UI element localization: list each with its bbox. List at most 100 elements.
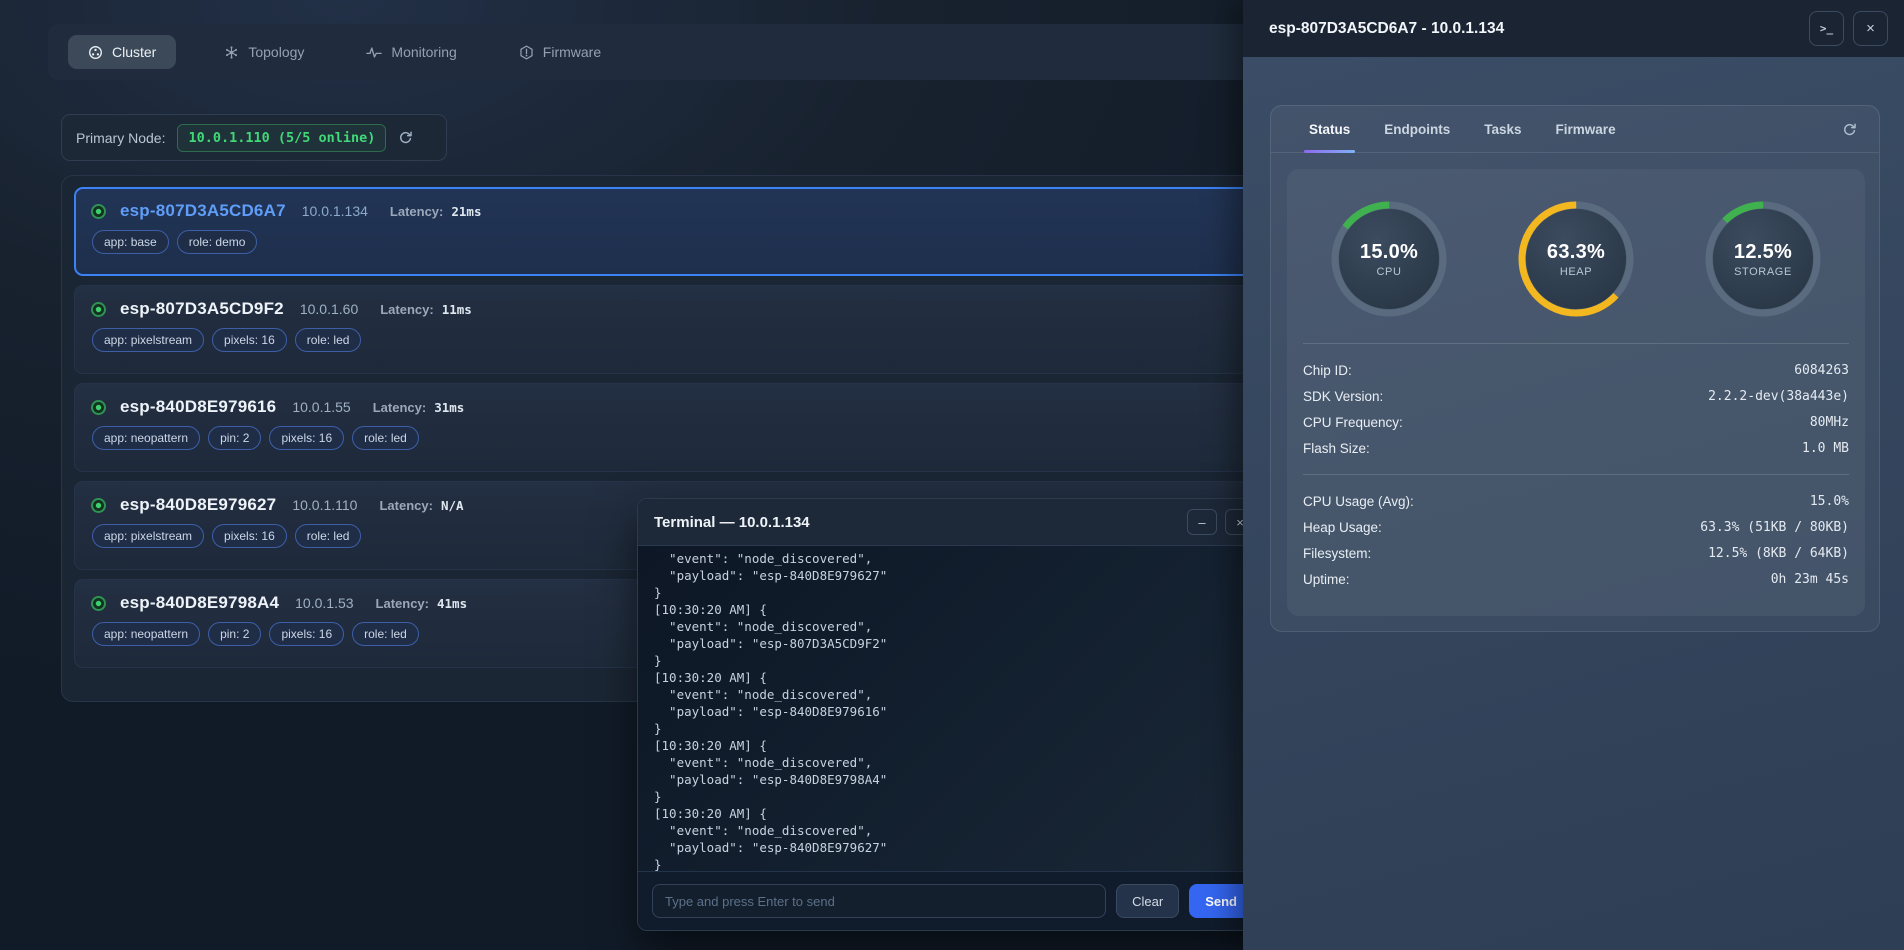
detail-label: SDK Version: <box>1303 389 1383 404</box>
terminal-window: Terminal — 10.0.1.134 – × "event": "node… <box>637 498 1268 931</box>
panel-close-button[interactable]: × <box>1853 11 1888 46</box>
detail-value: 1.0 MB <box>1802 441 1849 456</box>
detail-row: Heap Usage: 63.3% (51KB / 80KB) <box>1303 514 1849 540</box>
nav-tab-label: Monitoring <box>391 44 456 60</box>
node-ip: 10.0.1.60 <box>300 301 358 317</box>
gauge-value: 63.3% <box>1547 241 1605 264</box>
tab-firmware[interactable]: Firmware <box>1556 106 1616 152</box>
latency-label: Latency: <box>376 596 429 611</box>
detail-label: CPU Frequency: <box>1303 415 1403 430</box>
detail-label: Filesystem: <box>1303 546 1371 561</box>
panel-refresh-icon[interactable] <box>1842 122 1857 137</box>
detail-value: 80MHz <box>1810 415 1849 430</box>
node-tag: app: pixelstream <box>92 524 204 548</box>
terminal-log: "event": "node_discovered", "payload": "… <box>638 546 1267 871</box>
detail-row: Uptime: 0h 23m 45s <box>1303 566 1849 592</box>
online-status-icon <box>91 302 106 317</box>
panel-header: esp-807D3A5CD6A7 - 10.0.1.134 >_ × <box>1243 0 1904 57</box>
latency-label: Latency: <box>373 400 426 415</box>
terminal-prompt-icon: >_ <box>1820 22 1833 35</box>
node-tag: pin: 2 <box>208 622 261 646</box>
detail-value: 12.5% (8KB / 64KB) <box>1708 546 1849 561</box>
detail-label: Heap Usage: <box>1303 520 1382 535</box>
status-content: 15.0% CPU 63.3% HEAP 12.5% STORAGE <box>1287 169 1865 616</box>
status-card: Status Endpoints Tasks Firmware 15.0% CP… <box>1270 105 1880 632</box>
detail-value: 15.0% <box>1810 494 1849 509</box>
detail-row: Filesystem: 12.5% (8KB / 64KB) <box>1303 540 1849 566</box>
tab-status[interactable]: Status <box>1309 106 1350 152</box>
open-terminal-button[interactable]: >_ <box>1809 11 1844 46</box>
node-tag: pixels: 16 <box>269 622 344 646</box>
latency-label: Latency: <box>379 498 432 513</box>
primary-node-bar: Primary Node: 10.0.1.110 (5/5 online) <box>61 114 447 161</box>
cluster-icon <box>88 45 103 60</box>
latency-label: Latency: <box>390 204 443 219</box>
gauge-label: CPU <box>1376 266 1401 278</box>
terminal-input[interactable] <box>652 884 1106 918</box>
node-tag: role: led <box>352 622 419 646</box>
tab-tasks[interactable]: Tasks <box>1484 106 1521 152</box>
nav-tab-label: Firmware <box>543 44 601 60</box>
online-status-icon <box>91 204 106 219</box>
close-icon: × <box>1866 20 1875 37</box>
node-tag: role: led <box>295 328 362 352</box>
terminal-input-row: Clear Send <box>638 871 1267 930</box>
detail-label: Chip ID: <box>1303 363 1352 378</box>
panel-tab-label: Tasks <box>1484 122 1521 137</box>
node-ip: 10.0.1.55 <box>292 399 350 415</box>
node-tag: app: neopattern <box>92 426 200 450</box>
node-tag: pixels: 16 <box>212 328 287 352</box>
node-name: esp-840D8E9798A4 <box>120 593 279 613</box>
detail-row: Chip ID: 6084263 <box>1303 357 1849 383</box>
nav-tab-cluster[interactable]: Cluster <box>68 35 176 69</box>
detail-label: CPU Usage (Avg): <box>1303 494 1414 509</box>
node-detail-panel: esp-807D3A5CD6A7 - 10.0.1.134 >_ × Statu… <box>1243 0 1904 950</box>
refresh-icon[interactable] <box>398 130 413 145</box>
tab-endpoints[interactable]: Endpoints <box>1384 106 1450 152</box>
online-status-icon <box>91 498 106 513</box>
nav-tab-topology[interactable]: Topology <box>210 35 318 69</box>
detail-row: SDK Version: 2.2.2-dev(38a443e) <box>1303 383 1849 409</box>
minimize-icon: – <box>1198 515 1205 530</box>
nav-tabs: Cluster Topology Monitoring Firmware <box>68 35 615 69</box>
app-root: Cluster Topology Monitoring Firmware Pri… <box>0 0 1904 950</box>
node-name: esp-840D8E979627 <box>120 495 276 515</box>
detail-row: Flash Size: 1.0 MB <box>1303 435 1849 461</box>
detail-row: CPU Usage (Avg): 15.0% <box>1303 488 1849 514</box>
primary-node-label: Primary Node: <box>76 130 165 146</box>
detail-label: Uptime: <box>1303 572 1350 587</box>
nav-tab-firmware[interactable]: Firmware <box>505 35 615 69</box>
chip-details: Chip ID: 6084263 SDK Version: 2.2.2-dev(… <box>1287 344 1865 474</box>
latency-label: Latency: <box>380 302 433 317</box>
latency-value: 11ms <box>442 302 472 317</box>
nav-tab-label: Topology <box>248 44 304 60</box>
terminal-minimize-button[interactable]: – <box>1187 509 1217 535</box>
usage-details: CPU Usage (Avg): 15.0% Heap Usage: 63.3%… <box>1287 475 1865 605</box>
detail-label: Flash Size: <box>1303 441 1370 456</box>
monitoring-icon <box>366 46 382 59</box>
node-name: esp-807D3A5CD6A7 <box>120 201 286 221</box>
gauge-label: STORAGE <box>1734 266 1792 278</box>
node-tag: app: neopattern <box>92 622 200 646</box>
detail-value: 6084263 <box>1794 363 1849 378</box>
nav-tab-monitoring[interactable]: Monitoring <box>352 35 470 69</box>
gauge-storage: 12.5% STORAGE <box>1703 199 1823 319</box>
node-ip: 10.0.1.110 <box>292 497 357 513</box>
node-tag: role: demo <box>177 230 258 254</box>
terminal-output[interactable]: "event": "node_discovered", "payload": "… <box>638 546 1267 871</box>
node-tag: role: led <box>352 426 419 450</box>
detail-value: 0h 23m 45s <box>1771 572 1849 587</box>
latency-value: N/A <box>441 498 464 513</box>
latency-value: 41ms <box>437 596 467 611</box>
gauge-cpu: 15.0% CPU <box>1329 199 1449 319</box>
online-status-icon <box>91 596 106 611</box>
node-tag: pixels: 16 <box>269 426 344 450</box>
topology-icon <box>224 45 239 60</box>
panel-tabs: Status Endpoints Tasks Firmware <box>1271 106 1879 153</box>
terminal-titlebar[interactable]: Terminal — 10.0.1.134 – × <box>638 499 1267 546</box>
clear-button[interactable]: Clear <box>1116 884 1179 918</box>
gauges-row: 15.0% CPU 63.3% HEAP 12.5% STORAGE <box>1287 169 1865 343</box>
node-tag: role: led <box>295 524 362 548</box>
node-tag: app: base <box>92 230 169 254</box>
node-tag: app: pixelstream <box>92 328 204 352</box>
